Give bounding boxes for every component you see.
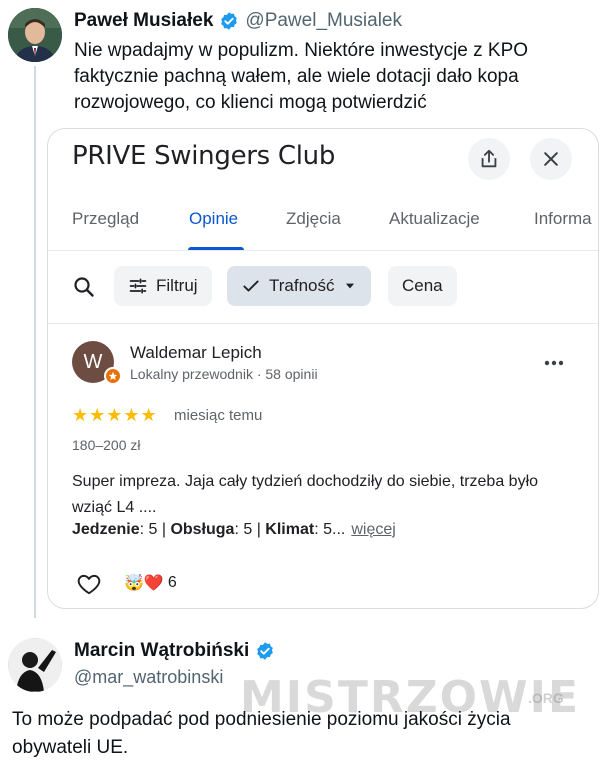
tab-updates[interactable]: Aktualizacje	[389, 209, 480, 229]
sort-chip[interactable]: Trafność	[227, 266, 371, 306]
author-handle[interactable]: @Pawel_Musialek	[245, 10, 402, 32]
tab-photos[interactable]: Zdjęcia	[286, 209, 341, 229]
avatar[interactable]	[8, 638, 62, 692]
more-icon	[544, 360, 564, 366]
rating-stars: ★★★★★	[72, 405, 158, 425]
review-time: miesiąc temu	[174, 407, 263, 424]
tab-reviews[interactable]: Opinie	[189, 209, 238, 229]
reactions[interactable]: 🤯❤️ 6	[124, 573, 177, 593]
place-title: PRIVE Swingers Club	[72, 141, 336, 171]
filter-icon	[129, 278, 147, 294]
verified-icon	[255, 641, 275, 661]
local-guide-badge-icon	[104, 367, 122, 385]
avatar-photo	[8, 638, 62, 692]
thread-line	[34, 66, 36, 618]
review-ratings: Jedzenie: 5 | Obsługa: 5 | Klimat: 5... w…	[72, 521, 396, 539]
active-tab-indicator	[188, 247, 244, 250]
filter-chip[interactable]: Filtruj	[114, 266, 212, 306]
rating-label-food: Jedzenie	[72, 521, 140, 538]
price-range: 180–200 zł	[72, 437, 141, 453]
reaction-emojis: 🤯❤️	[124, 575, 164, 592]
more-options-button[interactable]	[542, 351, 566, 381]
verified-icon	[219, 11, 239, 31]
share-button[interactable]	[468, 138, 510, 180]
author-name[interactable]: Paweł Musiałek	[74, 10, 213, 32]
tweet-header: Paweł Musiałek @Pawel_Musialek	[74, 10, 402, 32]
watermark-suffix: .ORG	[528, 690, 564, 706]
tweet-text: Nie wpadajmy w populizm. Niektóre inwest…	[74, 40, 529, 113]
review-text: Super impreza. Jaja cały tydzień dochodz…	[72, 473, 539, 516]
reviewer-meta: Lokalny przewodnik · 58 opinii	[130, 366, 318, 382]
price-label: Cena	[402, 276, 443, 295]
tweet-header: Marcin Wątrobiński	[74, 640, 275, 662]
price-chip[interactable]: Cena	[388, 266, 457, 306]
tab-about[interactable]: Informa	[534, 209, 592, 229]
more-link[interactable]: więcej	[351, 521, 395, 538]
divider	[48, 323, 598, 324]
search-icon[interactable]	[72, 275, 96, 304]
avatar-photo	[8, 8, 62, 62]
rating-label-atmosphere: Klimat	[265, 521, 315, 538]
author-name[interactable]: Marcin Wątrobiński	[74, 640, 249, 662]
tweet-text: To może podpadać pod podniesienie poziom…	[12, 709, 511, 758]
tab-overview[interactable]: Przegląd	[72, 209, 139, 229]
reviewer-avatar-letter: W	[83, 350, 103, 373]
dropdown-icon	[345, 283, 354, 289]
like-button[interactable]	[76, 571, 102, 602]
rating-value-atmosphere: : 5...	[314, 521, 346, 538]
review-filters: Filtruj Trafność Cena	[48, 263, 598, 311]
embedded-screenshot-card: PRIVE Swingers Club Przegląd Opinie Zdję…	[47, 128, 599, 609]
rating-value-service: : 5 |	[234, 521, 266, 538]
avatar[interactable]	[8, 8, 62, 62]
filter-label: Filtruj	[156, 276, 198, 295]
close-button[interactable]	[530, 138, 572, 180]
share-icon	[481, 149, 497, 168]
tab-bar: Przegląd Opinie Zdjęcia Aktualizacje Inf…	[48, 199, 598, 251]
author-handle[interactable]: @mar_watrobinski	[74, 667, 223, 688]
check-icon	[243, 280, 259, 292]
reaction-count: 6	[167, 574, 177, 591]
heart-icon	[77, 574, 101, 595]
close-icon	[544, 152, 558, 166]
sort-label: Trafność	[269, 276, 335, 295]
reviewer-name[interactable]: Waldemar Lepich	[130, 343, 262, 363]
rating-label-service: Obsługa	[170, 521, 235, 538]
rating-value-food: : 5 |	[139, 521, 171, 538]
